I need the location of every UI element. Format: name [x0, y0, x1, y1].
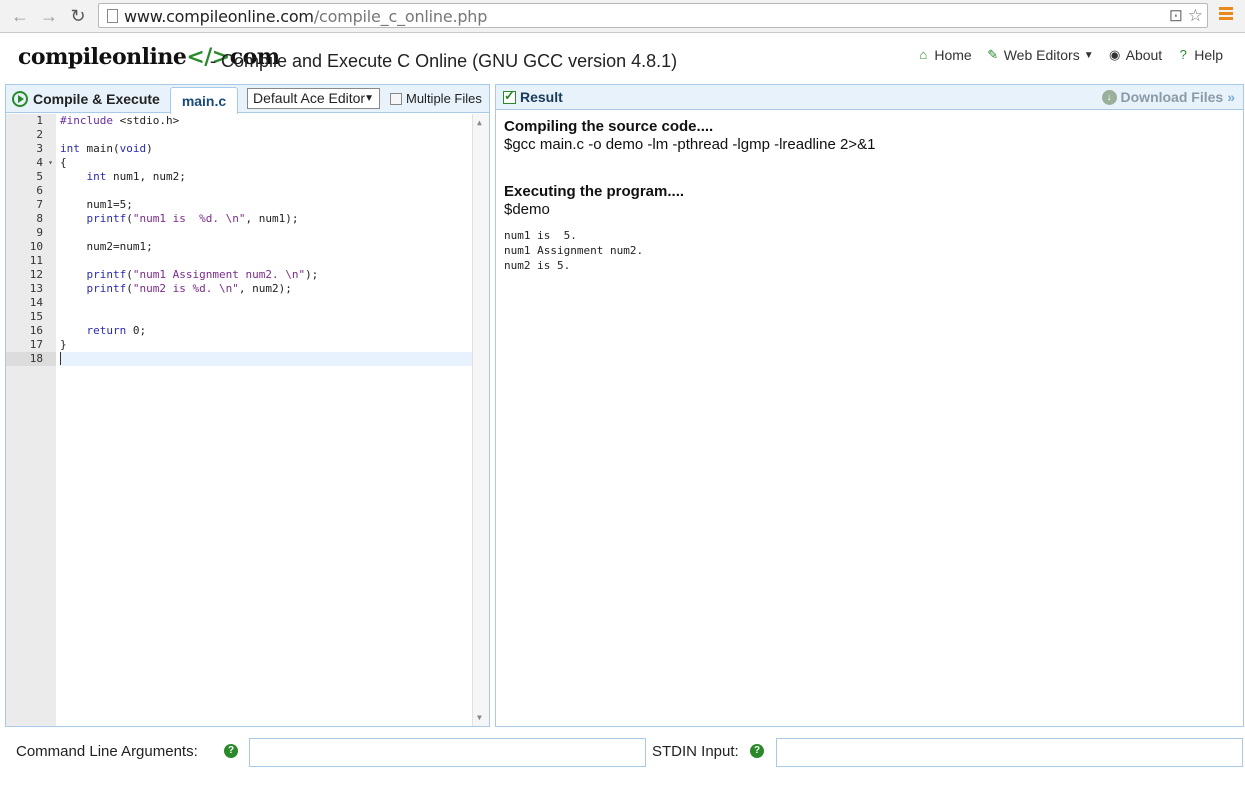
code-line: { [60, 156, 67, 169]
code-line: printf("num2 is %d. \n", num2); [86, 282, 292, 295]
code-line: num2=num1; [60, 240, 153, 253]
code-line: #include <stdio.h> [60, 114, 180, 127]
back-icon[interactable]: ← [9, 5, 31, 27]
code-line: int main(void) [60, 142, 153, 155]
code-line: return 0; [86, 324, 147, 337]
line-gutter: 1 2 3 4 ▾ 5 6 7 8 9 10 11 12 13 14 15 16 … [6, 114, 56, 726]
command-line-args-input[interactable] [249, 738, 646, 767]
site-header: compileonline</>com - Compile and Execut… [0, 34, 1245, 84]
multiple-files-checkbox[interactable] [390, 92, 402, 105]
top-nav: ⌂ Home ✎ Web Editors ▼ ◉ About ? Help [916, 47, 1223, 63]
args-help-icon[interactable]: ? [224, 744, 238, 758]
browser-menu-icon[interactable] [1219, 7, 1233, 21]
code-line: } [60, 338, 67, 351]
line-number: 10 [29, 240, 43, 253]
editor-scrollbar[interactable]: ▲ ▼ [472, 114, 489, 726]
line-number: 1 [36, 114, 43, 127]
program-output: num1 is 5. num1 Assignment num2. num2 is 5… [504, 228, 1234, 273]
double-chevron-right-icon: » [1227, 89, 1235, 105]
fold-icon[interactable]: ▾ [48, 156, 53, 170]
line-number: 12 [29, 268, 43, 281]
check-icon [503, 88, 516, 104]
footer-inputs: Command Line Arguments: ? STDIN Input: ? [0, 728, 1245, 787]
bookmark-star-icon[interactable]: ⊡ ☆ [1169, 6, 1203, 26]
browser-toolbar: ← → ↻ www.compileonline.com/compile_c_on… [0, 0, 1245, 33]
code-line: num1=5; [60, 198, 133, 211]
line-number: 9 [36, 226, 43, 239]
nav-help[interactable]: ? Help [1176, 47, 1223, 63]
output-line: num2 is 5. [504, 259, 571, 272]
editor-toolbar: Compile & Execute main.c Default Ace Edi… [6, 85, 489, 114]
nav-home[interactable]: ⌂ Home [916, 47, 971, 63]
code-line: printf("num1 is %d. \n", num1); [86, 212, 299, 225]
editor-panel: Compile & Execute main.c Default Ace Edi… [5, 84, 490, 727]
line-number: 2 [36, 128, 43, 141]
page-icon [107, 9, 118, 23]
compile-heading: Compiling the source code.... [504, 118, 714, 135]
url-text[interactable]: www.compileonline.com/compile_c_online.p… [124, 7, 487, 26]
forward-icon[interactable]: → [38, 5, 60, 27]
download-icon: ↓ [1101, 89, 1117, 105]
output-line: num1 is 5. [504, 229, 577, 242]
address-bar[interactable]: www.compileonline.com/compile_c_online.p… [98, 3, 1208, 28]
code-line: printf("num1 Assignment num2. \n"); [86, 268, 319, 281]
execute-heading: Executing the program.... [504, 183, 685, 200]
line-number: 3 [36, 142, 43, 155]
scroll-down-icon[interactable]: ▼ [477, 713, 482, 722]
multiple-files-toggle[interactable]: Multiple Files [390, 91, 482, 106]
stdin-input[interactable] [776, 738, 1243, 767]
reload-icon[interactable]: ↻ [67, 5, 89, 27]
result-header: Result ↓ Download Files » [496, 85, 1243, 110]
line-number: 15 [29, 310, 43, 323]
stdin-label: STDIN Input: [652, 743, 739, 760]
result-output: Compiling the source code.... $gcc main.… [504, 118, 1234, 273]
output-line: num1 Assignment num2. [504, 244, 644, 257]
stdin-help-icon[interactable]: ? [750, 744, 764, 758]
execute-command: $demo [504, 201, 550, 218]
nav-web-editors[interactable]: ✎ Web Editors ▼ [986, 47, 1094, 63]
editor-select[interactable]: Default Ace Editor ▼ [247, 88, 380, 109]
line-number: 5 [36, 170, 43, 183]
code-line: int num1, num2; [86, 170, 186, 183]
line-number: 13 [29, 282, 43, 295]
line-number-active: 18 [6, 352, 56, 366]
line-number: 14 [29, 296, 43, 309]
code-content[interactable]: #include <stdio.h> int main(void) { int … [60, 114, 472, 366]
result-title: Result [503, 88, 563, 105]
line-number: 11 [29, 254, 43, 267]
pencil-icon: ✎ [987, 47, 999, 62]
code-line-active [60, 352, 472, 366]
result-panel: Result ↓ Download Files » Compiling the … [495, 84, 1244, 727]
chevron-down-icon: ▼ [364, 93, 374, 104]
line-number: 17 [29, 338, 43, 351]
scroll-up-icon[interactable]: ▲ [477, 118, 482, 127]
code-editor[interactable]: 1 2 3 4 ▾ 5 6 7 8 9 10 11 12 13 14 15 16 … [6, 114, 489, 726]
question-icon: ? [1179, 47, 1187, 62]
line-number: 16 [29, 324, 43, 337]
line-number: 6 [36, 184, 43, 197]
caret-down-icon: ▼ [1083, 49, 1094, 61]
user-icon: ◉ [1108, 47, 1121, 62]
compile-command: $gcc main.c -o demo -lm -pthread -lgmp -… [504, 136, 876, 153]
args-label: Command Line Arguments: [16, 743, 198, 760]
nav-about[interactable]: ◉ About [1108, 47, 1162, 63]
compile-execute-button[interactable]: Compile & Execute [12, 89, 160, 109]
download-files-button[interactable]: ↓ Download Files » [1101, 89, 1235, 105]
play-icon [12, 91, 28, 107]
line-number: 7 [36, 198, 43, 211]
home-icon: ⌂ [919, 47, 928, 62]
line-number[interactable]: 4 ▾ [6, 156, 56, 170]
line-number: 8 [36, 212, 43, 225]
tab-main-c[interactable]: main.c [170, 87, 238, 114]
page-title: - Compile and Execute C Online (GNU GCC … [210, 51, 678, 71]
